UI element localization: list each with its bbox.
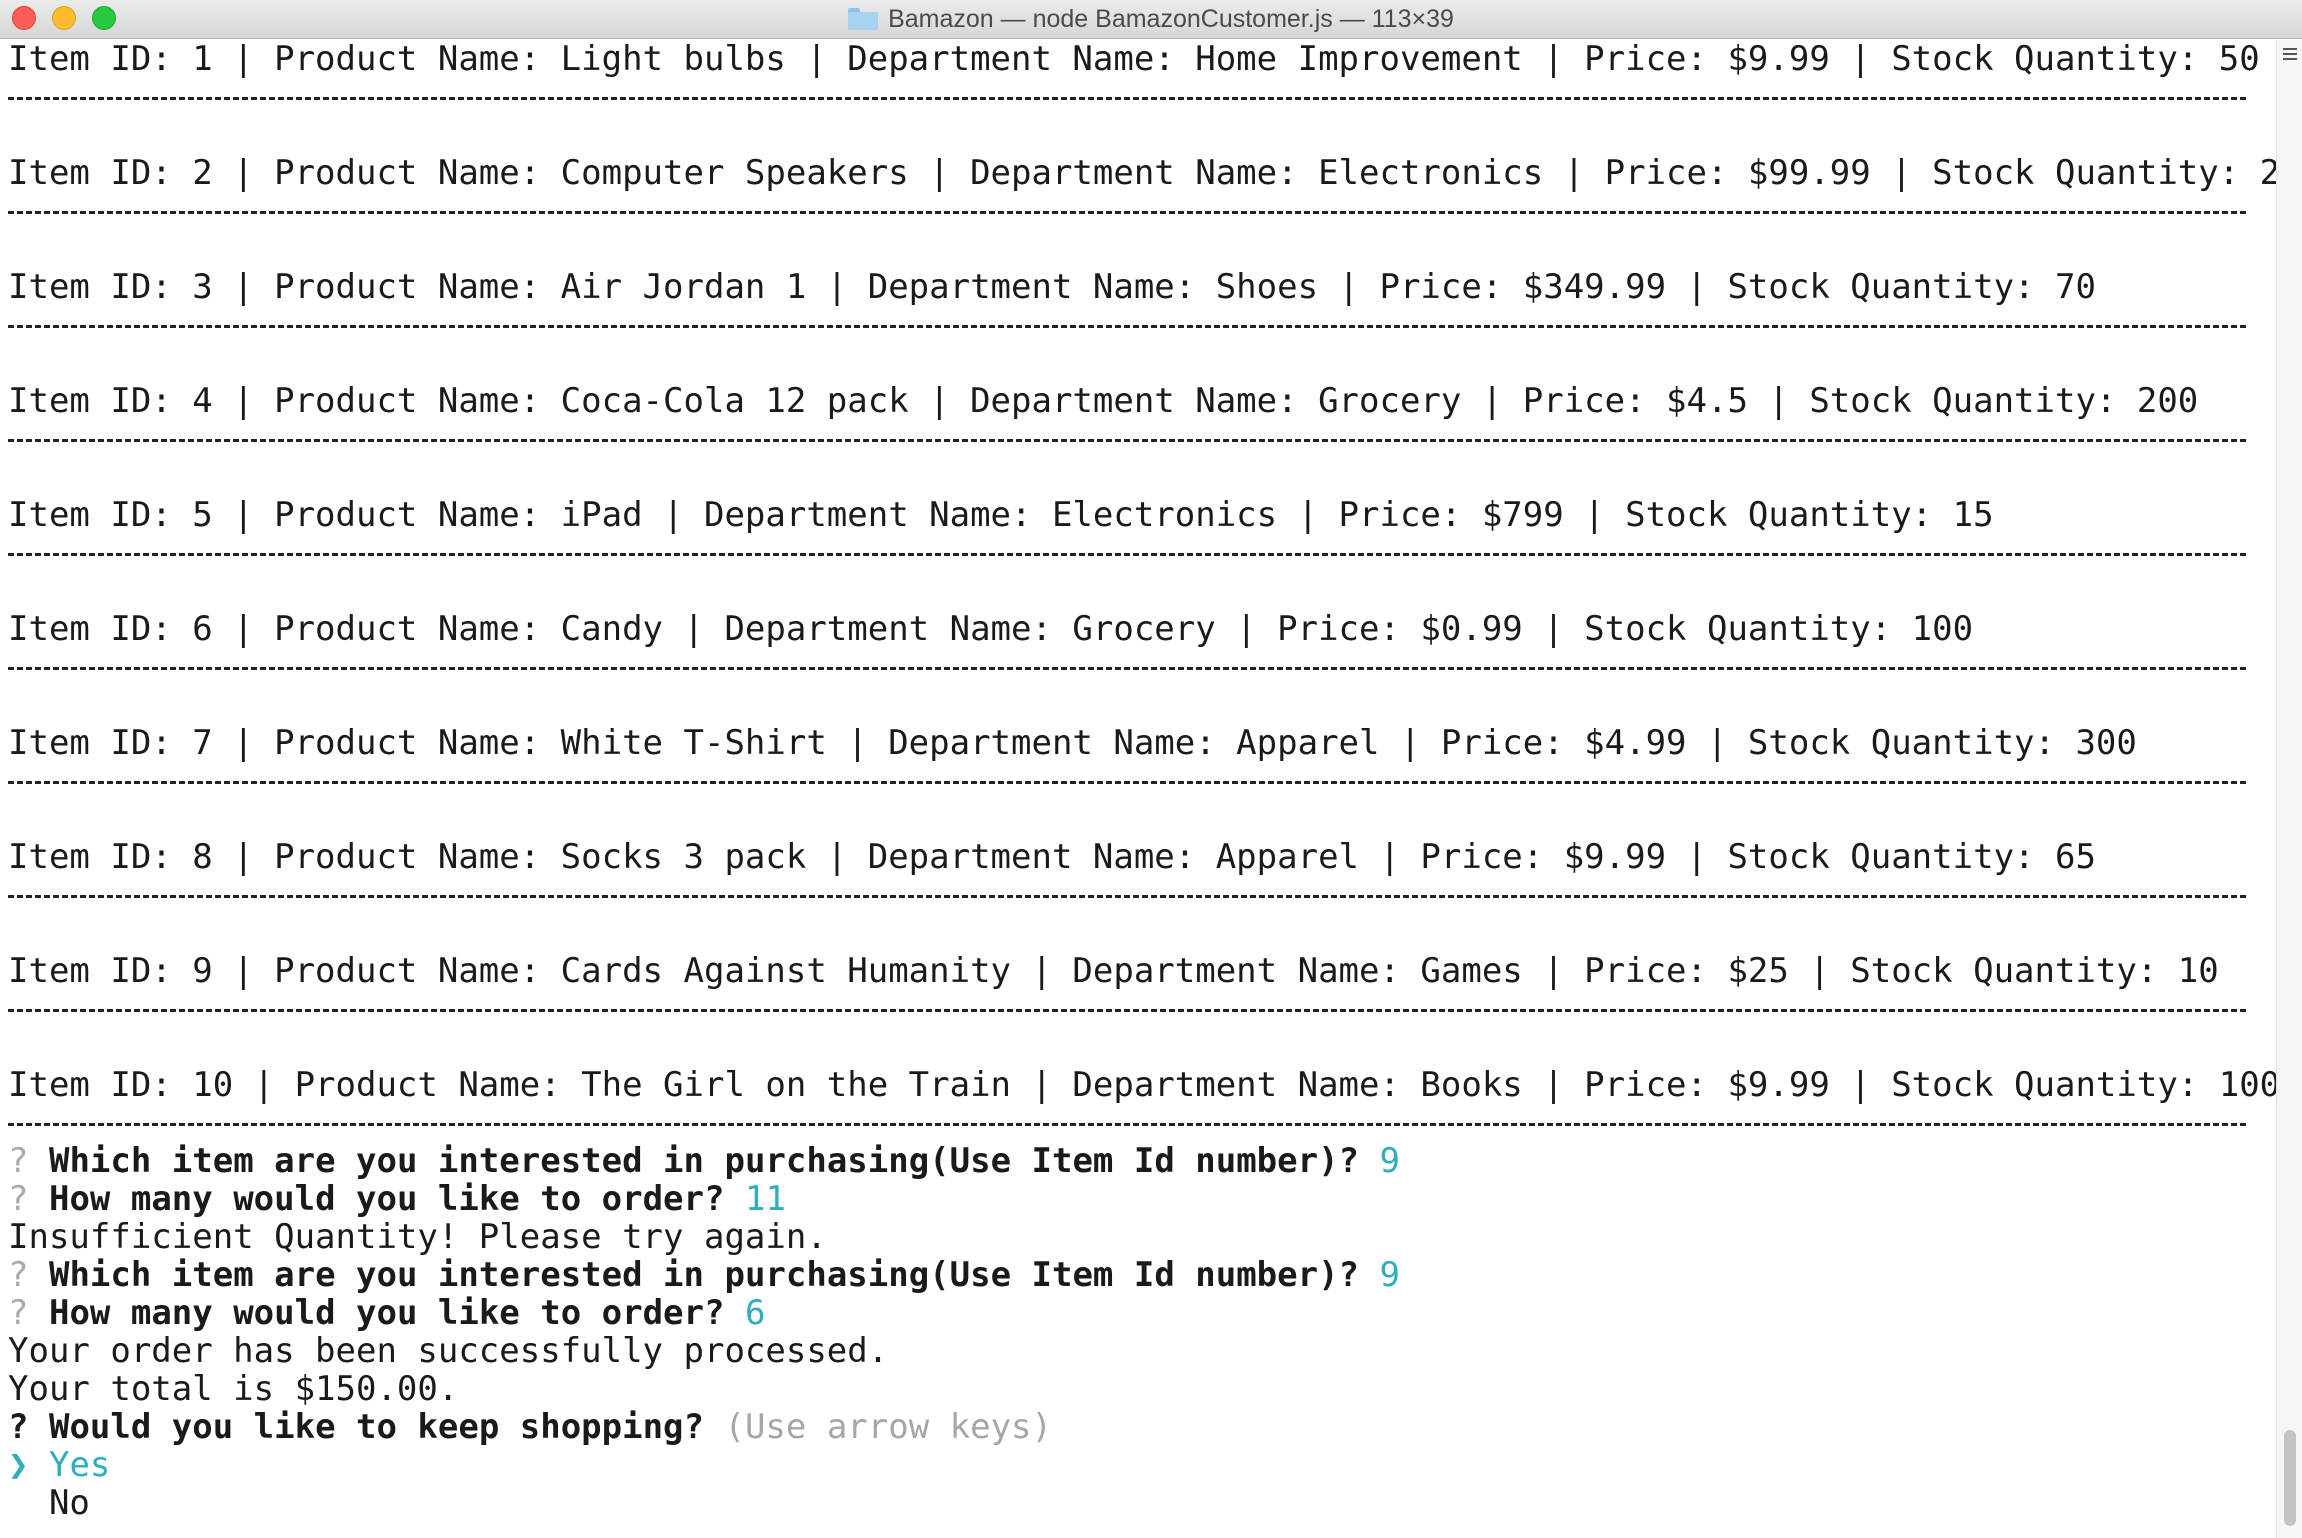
row-separator [8,439,2246,442]
product-row: Item ID: 5 | Product Name: iPad | Depart… [8,495,1994,535]
row-separator [8,781,2246,784]
title-bar[interactable]: Bamazon — node BamazonCustomer.js — 113×… [0,0,2302,39]
option-no[interactable]: No [8,1484,90,1522]
product-row: Item ID: 2 | Product Name: Computer Spea… [8,153,2301,193]
insufficient-message: Insufficient Quantity! Please try again. [8,1217,827,1257]
row-separator [8,1009,2246,1012]
product-row: Item ID: 7 | Product Name: White T-Shirt… [8,723,2137,763]
answer-item: 9 [1379,1141,1400,1181]
row-separator [8,211,2246,214]
row-separator [8,553,2246,556]
question-qty: How many would you like to order? [48,1293,725,1333]
product-row: Item ID: 9 | Product Name: Cards Against… [8,951,2219,991]
row-separator [8,667,2246,670]
product-row: Item ID: 3 | Product Name: Air Jordan 1 … [8,267,2096,307]
prompt-qty-2: ? How many would you like to order? 6 [8,1294,765,1332]
product-row: Item ID: 4 | Product Name: Coca-Cola 12 … [8,381,2199,421]
prompt-item-1: ? Which item are you interested in purch… [8,1142,1400,1180]
success-message: Your order has been successfully process… [8,1331,889,1371]
option-yes[interactable]: ❯ Yes [8,1446,110,1484]
prompt-qty-1: ? How many would you like to order? 11 [8,1180,786,1218]
split-pane-icon[interactable] [2283,48,2297,60]
row-separator [8,97,2246,100]
prompt-item-2: ? Which item are you interested in purch… [8,1256,1400,1294]
product-row: Item ID: 1 | Product Name: Light bulbs |… [8,39,2260,79]
question-qty: How many would you like to order? [48,1179,725,1219]
question-keep-shopping: Would you like to keep shopping? [48,1407,704,1447]
prompt-mark: ? [8,1255,29,1295]
question-item: Which item are you interested in purchas… [48,1255,1360,1295]
prompt-mark: ? [8,1293,29,1333]
window-title: Bamazon — node BamazonCustomer.js — 113×… [888,4,1454,33]
answer-qty: 6 [744,1293,766,1333]
folder-icon [848,8,879,30]
product-row: Item ID: 6 | Product Name: Candy | Depar… [8,609,1974,649]
terminal-window: Bamazon — node BamazonCustomer.js — 113×… [0,0,2302,1538]
prompt-mark: ? [8,1141,29,1181]
answer-qty: 11 [744,1179,786,1219]
scrollbar[interactable] [2276,40,2302,1538]
row-separator [8,1123,2246,1126]
pointer-icon: ❯ [8,1445,29,1485]
total-message: Your total is $150.00. [8,1369,459,1409]
question-item: Which item are you interested in purchas… [48,1141,1360,1181]
row-separator [8,325,2246,328]
row-separator [8,895,2246,898]
option-yes-label: Yes [48,1445,111,1485]
arrow-keys-hint: (Use arrow keys) [724,1407,1052,1447]
keep-shopping-prompt: ? Would you like to keep shopping? (Use … [8,1408,1052,1446]
answer-item: 9 [1379,1255,1400,1295]
option-no-label: No [48,1483,90,1523]
terminal-output[interactable]: Item ID: 1 | Product Name: Light bulbs |… [0,39,2301,1538]
scrollbar-thumb[interactable] [2284,1430,2296,1526]
prompt-mark: ? [8,1179,29,1219]
product-row: Item ID: 10 | Product Name: The Girl on … [8,1065,2301,1105]
prompt-mark: ? [8,1407,29,1447]
product-row: Item ID: 8 | Product Name: Socks 3 pack … [8,837,2096,877]
